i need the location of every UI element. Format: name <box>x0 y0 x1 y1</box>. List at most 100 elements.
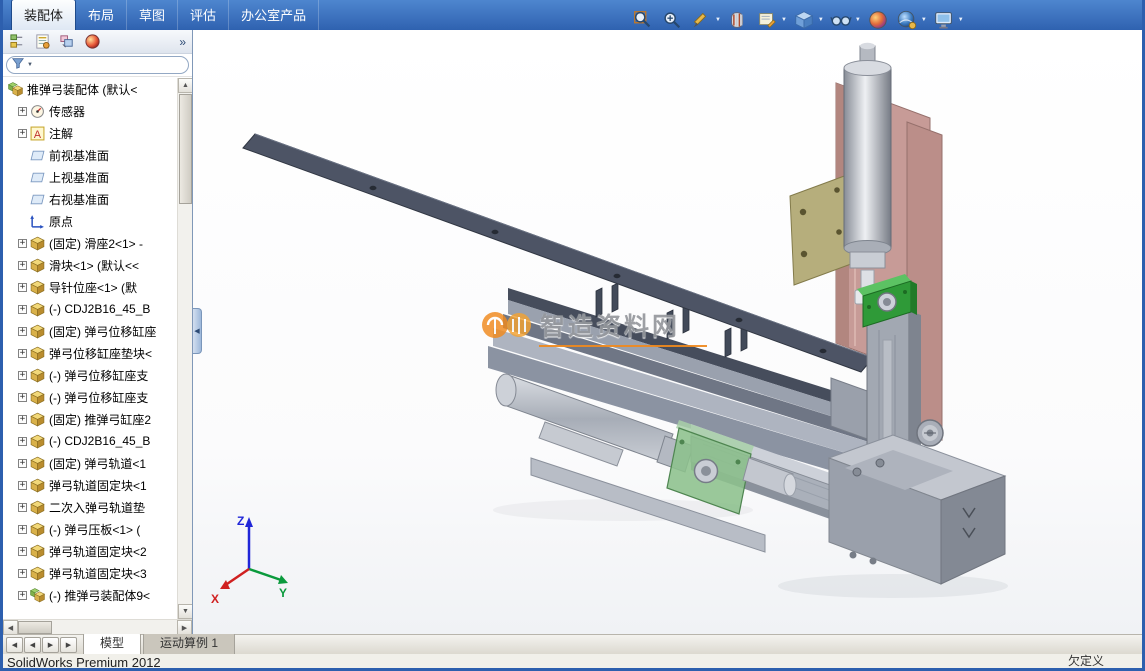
expand-toggle[interactable]: + <box>17 238 28 248</box>
annotation-view-dropdown-caret-icon[interactable]: ▼ <box>781 17 787 23</box>
tree-item[interactable]: 原点 <box>3 210 192 232</box>
tree-item[interactable]: + 二次入弹弓轨道垫 <box>3 496 192 518</box>
vertical-scroll-thumb[interactable] <box>179 94 192 204</box>
triad-z-label: Z <box>237 514 244 528</box>
scroll-right-button[interactable]: ▶ <box>177 620 192 634</box>
watermark-text: 智造资料网 <box>540 313 681 341</box>
tree-item[interactable]: + (-) 弹弓位移缸座支 <box>3 386 192 408</box>
tree-item[interactable]: + (-) CDJ2B16_45_B <box>3 430 192 452</box>
part-icon <box>30 236 45 251</box>
horizontal-scroll-thumb[interactable] <box>18 621 52 634</box>
command-tab-4[interactable]: 办公室产品 <box>229 0 320 30</box>
watermark: 智造资料网 <box>481 306 707 347</box>
expand-toggle[interactable]: + <box>17 568 28 578</box>
filter-funnel-icon <box>12 56 24 74</box>
view-settings-dropdown-caret-icon[interactable]: ▼ <box>958 17 964 23</box>
display-style-dropdown-caret-icon[interactable]: ▼ <box>855 17 861 23</box>
expand-toggle[interactable]: + <box>17 392 28 402</box>
expand-toggle[interactable]: + <box>17 502 28 512</box>
view-settings-button[interactable] <box>931 7 957 33</box>
tree-item[interactable]: + 传感器 <box>3 100 192 122</box>
graphics-viewport[interactable]: 智造资料网 Z Y X <box>193 30 1142 634</box>
expand-toggle[interactable]: + <box>17 304 28 314</box>
expand-toggle[interactable]: + <box>17 590 28 600</box>
expand-toggle[interactable]: + <box>17 436 28 446</box>
tree-item[interactable]: 上视基准面 <box>3 166 192 188</box>
sheet-tab-1[interactable]: 运动算例 1 <box>143 632 236 654</box>
edit-appearance-button[interactable] <box>865 7 891 33</box>
apply-scene-dropdown-caret-icon[interactable]: ▼ <box>921 17 927 23</box>
previous-view-dropdown-caret-icon[interactable]: ▼ <box>715 17 721 23</box>
sheet-nav-next-button[interactable]: ▶ <box>42 637 59 653</box>
tree-item[interactable]: + 滑块<1> (默认<< <box>3 254 192 276</box>
tree-item[interactable]: + (固定) 滑座2<1> - <box>3 232 192 254</box>
expand-toggle[interactable]: + <box>17 282 28 292</box>
filter-dropdown-caret-icon[interactable]: ▼ <box>27 62 33 68</box>
tree-item[interactable]: 前视基准面 <box>3 144 192 166</box>
command-tab-0[interactable]: 装配体 <box>11 0 77 30</box>
expand-toggle[interactable]: + <box>17 106 28 116</box>
command-tab-1[interactable]: 布局 <box>76 0 128 30</box>
sheet-nav-first-button[interactable]: ◀ <box>6 637 23 653</box>
tree-item[interactable]: + (-) 弹弓位移缸座支 <box>3 364 192 386</box>
expand-toggle[interactable]: + <box>17 458 28 468</box>
tree-item[interactable]: + 弹弓轨道固定块<3 <box>3 562 192 584</box>
zoom-to-area-button[interactable] <box>659 7 685 33</box>
featuremanager-tab-icon[interactable] <box>7 32 27 52</box>
tree-item[interactable]: + 弹弓位移缸座垫块< <box>3 342 192 364</box>
tree-filter-field[interactable]: ▼ <box>6 56 189 74</box>
expand-toggle[interactable]: + <box>17 480 28 490</box>
expand-toggle[interactable]: + <box>17 326 28 336</box>
scroll-up-button[interactable]: ▲ <box>178 78 192 93</box>
sheet-tab-0[interactable]: 模型 <box>83 632 142 654</box>
tree-item[interactable]: 推弹弓装配体 (默认< <box>3 78 192 100</box>
view-orientation-dropdown-caret-icon[interactable]: ▼ <box>818 17 824 23</box>
tree-item[interactable]: + 弹弓轨道固定块<2 <box>3 540 192 562</box>
expand-toggle[interactable]: + <box>17 546 28 556</box>
command-tab-2[interactable]: 草图 <box>127 0 179 30</box>
display-style-button[interactable] <box>828 7 854 33</box>
part-icon <box>30 522 45 537</box>
tree-item-label: 传感器 <box>49 104 86 119</box>
tree-item[interactable]: + (固定) 推弹弓缸座2 <box>3 408 192 430</box>
tree-item-label: 弹弓轨道固定块<1 <box>49 478 147 493</box>
tree-item[interactable]: + (-) 弹弓压板<1> ( <box>3 518 192 540</box>
assembly-icon <box>30 587 45 603</box>
zoom-to-fit-button[interactable] <box>630 7 656 33</box>
tree-item-label: (-) 弹弓位移缸座支 <box>49 390 149 405</box>
part-icon <box>30 368 45 383</box>
expand-toggle[interactable]: + <box>17 128 28 138</box>
sheet-nav-last-button[interactable]: ▶ <box>60 637 77 653</box>
scroll-left-button[interactable]: ◀ <box>3 620 18 634</box>
apply-scene-button[interactable] <box>894 7 920 33</box>
tree-item[interactable]: + (-) 推弹弓装配体9< <box>3 584 192 606</box>
tree-item[interactable]: + (固定) 弹弓轨道<1 <box>3 452 192 474</box>
panel-toolbar-overflow-button[interactable]: » <box>179 35 188 49</box>
tree-item[interactable]: + (固定) 弹弓位移缸座 <box>3 320 192 342</box>
expand-toggle[interactable]: + <box>17 524 28 534</box>
configurationmanager-tab-icon[interactable] <box>57 32 77 52</box>
expand-toggle[interactable]: + <box>17 370 28 380</box>
horizontal-scroll-track[interactable] <box>52 620 177 634</box>
tree-item[interactable]: + A 注解 <box>3 122 192 144</box>
status-definition-state: 欠定义 <box>1067 654 1104 668</box>
expand-toggle[interactable]: + <box>17 414 28 424</box>
previous-view-button[interactable] <box>688 7 714 33</box>
tree-item[interactable]: + (-) CDJ2B16_45_B <box>3 298 192 320</box>
annotation-view-button[interactable] <box>754 7 780 33</box>
scroll-down-button[interactable]: ▼ <box>178 604 192 619</box>
expand-toggle[interactable]: + <box>17 348 28 358</box>
tree-item[interactable]: 右视基准面 <box>3 188 192 210</box>
propertymanager-tab-icon[interactable] <box>32 32 52 52</box>
tree-item[interactable]: + 弹弓轨道固定块<1 <box>3 474 192 496</box>
tree-item[interactable]: + 导针位座<1> (默 <box>3 276 192 298</box>
panel-splitter-handle[interactable]: ◀ <box>193 308 202 354</box>
expand-toggle[interactable]: + <box>17 260 28 270</box>
view-orientation-button[interactable] <box>791 7 817 33</box>
tree-vertical-scrollbar[interactable]: ▲ ▼ <box>177 78 192 619</box>
displaymanager-tab-icon[interactable] <box>82 32 102 52</box>
command-tab-3[interactable]: 评估 <box>178 0 230 30</box>
tree-horizontal-scrollbar[interactable]: ◀ ▶ <box>3 619 192 634</box>
sheet-nav-prev-button[interactable]: ◀ <box>24 637 41 653</box>
section-view-button[interactable] <box>725 7 751 33</box>
